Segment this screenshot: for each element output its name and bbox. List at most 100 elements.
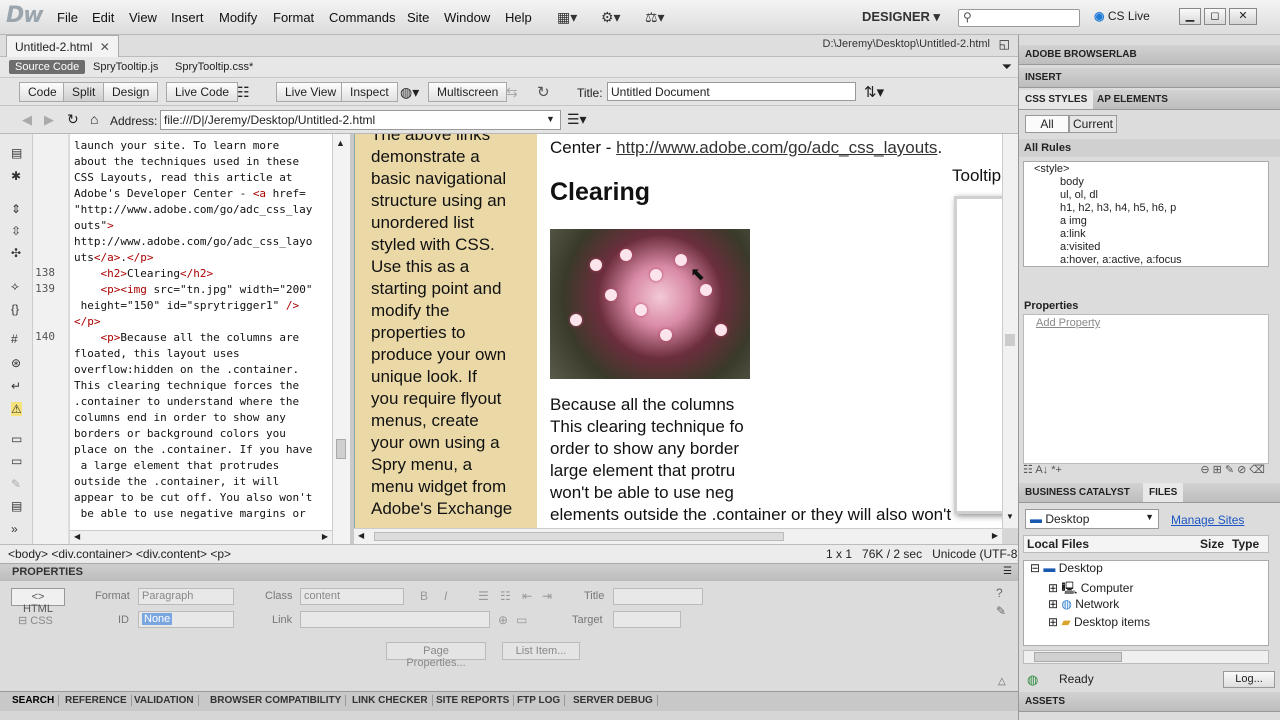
tab-site-reports[interactable]: SITE REPORTS bbox=[432, 695, 515, 706]
css-rule-item[interactable]: a:link bbox=[1060, 228, 1086, 240]
scroll-down-icon[interactable]: ▼ bbox=[1006, 512, 1014, 521]
refresh-icon[interactable]: ↻ bbox=[67, 111, 79, 128]
window-size[interactable]: 1 x 1 bbox=[826, 547, 852, 561]
menu-edit[interactable]: Edit bbox=[92, 10, 114, 25]
back-icon[interactable]: ◀ bbox=[22, 112, 32, 128]
live-code-button[interactable]: Live Code bbox=[166, 82, 239, 102]
file-item-desktop[interactable]: ⊟ ▬ Desktop bbox=[1030, 561, 1266, 575]
close-window-button[interactable]: ✕ bbox=[1229, 8, 1257, 25]
tab-reference[interactable]: REFERENCE bbox=[61, 695, 132, 706]
list-view-icon[interactable]: A↓ bbox=[1035, 464, 1048, 476]
browser-preview-icon[interactable]: ◍▾ bbox=[400, 84, 419, 101]
split-view-button[interactable]: Split bbox=[63, 82, 105, 102]
apply-comment-icon[interactable]: ▭ bbox=[11, 432, 22, 446]
css-rule-item[interactable]: h1, h2, h3, h4, h5, h6, p bbox=[1060, 202, 1176, 214]
collapse-selection-icon[interactable]: ⇳ bbox=[11, 224, 21, 238]
balance-braces-icon[interactable]: {} bbox=[11, 302, 19, 316]
browserlab-panel-header[interactable]: ADOBE BROWSERLAB bbox=[1019, 45, 1280, 65]
css-rule-item[interactable]: a:hover, a:active, a:focus bbox=[1060, 254, 1182, 266]
assets-panel-header[interactable]: ASSETS bbox=[1019, 692, 1280, 712]
tab-search[interactable]: SEARCH bbox=[8, 695, 60, 706]
forward-icon[interactable]: ▶ bbox=[44, 112, 54, 128]
link-input[interactable] bbox=[300, 611, 490, 628]
menu-view[interactable]: View bbox=[129, 10, 157, 25]
inspect-button[interactable]: Inspect bbox=[341, 82, 398, 102]
properties-header[interactable]: PROPERTIES bbox=[0, 564, 1018, 581]
outdent-icon[interactable]: ⇤ bbox=[522, 589, 532, 603]
design-vertical-scrollbar[interactable]: ▼ bbox=[1002, 134, 1018, 528]
check-page-icon[interactable]: ⇆ bbox=[506, 84, 518, 101]
site-select[interactable]: ▬ Desktop ▼ bbox=[1025, 509, 1159, 529]
tab-business-catalyst[interactable]: BUSINESS CATALYST bbox=[1019, 483, 1136, 502]
current-button[interactable]: Current bbox=[1069, 115, 1117, 133]
help-icon[interactable]: ? bbox=[996, 586, 1003, 600]
format-select[interactable]: Paragraph bbox=[138, 588, 234, 605]
tab-css-styles[interactable]: CSS STYLES bbox=[1019, 90, 1094, 109]
design-view-button[interactable]: Design bbox=[103, 82, 159, 102]
menu-commands[interactable]: Commands bbox=[329, 10, 395, 25]
code-editor[interactable]: launch your site. To learn more about the… bbox=[70, 134, 332, 530]
class-select[interactable]: content bbox=[300, 588, 404, 605]
unordered-list-icon[interactable]: ☰ bbox=[478, 589, 489, 603]
files-hscrollbar[interactable] bbox=[1023, 650, 1269, 664]
html-mode-button[interactable]: <> HTML bbox=[11, 588, 65, 615]
quick-tag-icon[interactable]: ✎ bbox=[996, 604, 1006, 618]
open-documents-icon[interactable]: ▤ bbox=[11, 146, 22, 160]
help-search-input[interactable]: ⚲ bbox=[958, 9, 1080, 27]
scroll-left-icon[interactable]: ◀ bbox=[358, 531, 364, 540]
layout-icon[interactable]: ▦▾ bbox=[557, 9, 577, 26]
collapse-tag-icon[interactable]: ⇕ bbox=[11, 202, 21, 216]
menu-file[interactable]: File bbox=[57, 10, 78, 25]
menu-format[interactable]: Format bbox=[273, 10, 314, 25]
scroll-right-icon[interactable]: ▶ bbox=[992, 531, 998, 540]
design-scroll-thumb[interactable] bbox=[1005, 334, 1015, 346]
add-property-link[interactable]: Add Property bbox=[1036, 317, 1100, 329]
browse-folder-icon[interactable]: ▭ bbox=[516, 613, 527, 627]
recent-snippets-icon[interactable]: ▤ bbox=[11, 499, 22, 513]
files-hscroll-thumb[interactable] bbox=[1034, 652, 1122, 662]
live-view-button[interactable]: Live View bbox=[276, 82, 346, 102]
tag-selector[interactable]: <body> <div.container> <div.content> <p> bbox=[8, 547, 231, 561]
menu-site[interactable]: Site bbox=[407, 10, 429, 25]
tab-files[interactable]: FILES bbox=[1143, 483, 1184, 502]
adc-link[interactable]: http://www.adobe.com/go/adc_css_layouts bbox=[616, 138, 937, 157]
filter-icon[interactable]: ⏷ bbox=[1002, 59, 1012, 75]
insert-panel-header[interactable]: INSERT bbox=[1019, 68, 1280, 88]
multiscreen-button[interactable]: Multiscreen bbox=[428, 82, 508, 102]
css-rule-item[interactable]: a:visited bbox=[1060, 241, 1100, 253]
css-rule-item[interactable]: <style> bbox=[1034, 163, 1069, 175]
close-tab-icon[interactable]: ✕ bbox=[100, 40, 110, 54]
view-options-icon[interactable]: ☰▾ bbox=[567, 111, 587, 128]
restore-icon[interactable]: ◱ bbox=[999, 37, 1010, 51]
all-button[interactable]: All bbox=[1025, 115, 1069, 133]
expand-all-icon[interactable]: ✣ bbox=[11, 246, 21, 260]
css-rule-item[interactable]: body bbox=[1060, 176, 1084, 188]
address-dropdown-icon[interactable]: ▼ bbox=[546, 114, 555, 124]
panel-menu-icon[interactable]: ☰ bbox=[1003, 566, 1012, 577]
title-input[interactable]: Untitled Document bbox=[607, 82, 856, 101]
flower-image[interactable] bbox=[550, 229, 750, 379]
maximize-button[interactable]: ◻ bbox=[1204, 8, 1226, 25]
remove-comment-icon[interactable]: ▭ bbox=[11, 454, 22, 468]
menu-help[interactable]: Help bbox=[505, 10, 532, 25]
category-view-icon[interactable]: ☷ bbox=[1023, 464, 1033, 476]
site-map-icon[interactable]: ⚖▾ bbox=[645, 9, 665, 26]
id-select[interactable]: None bbox=[138, 611, 234, 628]
indent-icon[interactable]: ⇥ bbox=[542, 589, 552, 603]
more-tools-icon[interactable]: » bbox=[11, 522, 18, 536]
title-field-input[interactable] bbox=[613, 588, 703, 605]
scroll-up-icon[interactable]: ▲ bbox=[336, 138, 345, 148]
document-tab[interactable]: Untitled-2.html ✕ bbox=[6, 35, 119, 57]
css-rule-item[interactable]: a img bbox=[1060, 215, 1087, 227]
file-management-icon[interactable]: ⇅▾ bbox=[864, 83, 884, 101]
size-col[interactable]: Size bbox=[1200, 537, 1224, 551]
type-col[interactable]: Type bbox=[1232, 537, 1259, 551]
attach-new-edit-delete-icons[interactable]: ⊖ ⊞ ✎ ⊘ ⌫ bbox=[1200, 463, 1265, 476]
set-properties-icon[interactable]: *+ bbox=[1051, 464, 1062, 476]
highlight-invalid-icon[interactable]: ✱ bbox=[11, 169, 21, 183]
code-vertical-scrollbar[interactable]: ▲ bbox=[332, 134, 350, 544]
address-input[interactable]: file:///D|/Jeremy/Desktop/Untitled-2.htm… bbox=[160, 110, 561, 130]
tab-validation[interactable]: VALIDATION bbox=[130, 695, 199, 706]
css-properties-grid[interactable]: Add Property bbox=[1023, 314, 1269, 464]
bold-icon[interactable]: B bbox=[420, 589, 428, 603]
